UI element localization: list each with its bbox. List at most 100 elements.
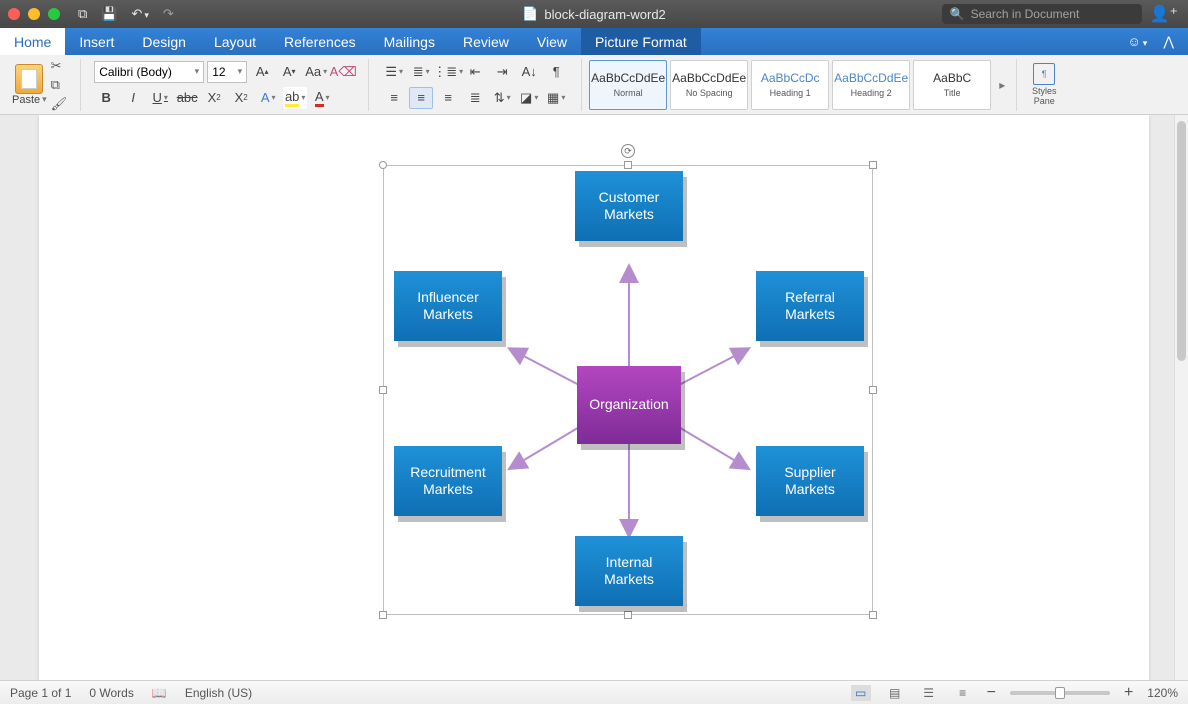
window-controls [8,8,60,20]
highlight-button[interactable]: ab [283,87,307,109]
styles-gallery[interactable]: AaBbCcDdEeNormalAaBbCcDdEeNo SpacingAaBb… [589,60,991,110]
minimize-window-icon[interactable] [28,8,40,20]
tab-references[interactable]: References [270,28,370,55]
document-area[interactable]: ⟳ [0,115,1188,680]
outline-view-icon[interactable]: ☰ [919,685,939,701]
multilevel-list-button[interactable]: ⋮≣ [436,61,460,83]
cut-icon[interactable]: ✂ [51,58,68,74]
borders-button[interactable]: ▦ [544,87,568,109]
paste-button[interactable]: Paste▾ [12,94,47,106]
underline-button[interactable]: U [148,87,172,109]
node-recruitment-markets: Recruitment Markets [394,446,502,516]
share-icon[interactable]: 👤⁺ [1150,4,1178,24]
align-center-button[interactable]: ≡ [409,87,433,109]
status-bar: Page 1 of 1 0 Words 📖 English (US) ▭ ▤ ☰… [0,680,1188,704]
draft-view-icon[interactable]: ≡ [953,685,973,701]
justify-button[interactable]: ≣ [463,87,487,109]
tab-picture-format[interactable]: Picture Format [581,28,701,55]
paste-icon[interactable] [15,64,43,94]
tab-review[interactable]: Review [449,28,523,55]
block-diagram: Customer Markets Influencer Markets Refe… [384,166,872,614]
search-input[interactable]: 🔍 Search in Document [942,4,1142,24]
filename: block-diagram-word2 [544,7,665,22]
search-icon: 🔍 [950,7,965,21]
increase-indent-button[interactable]: ⇥ [490,61,514,83]
styles-more-icon[interactable]: ▸ [995,78,1009,92]
styles-pane-button[interactable]: ¶ Styles Pane [1024,60,1064,110]
line-spacing-button[interactable]: ⇅ [490,87,514,109]
ribbon-tabs: Home Insert Design Layout References Mai… [0,28,1188,55]
superscript-button[interactable]: X2 [229,87,253,109]
shading-button[interactable]: ◪ [517,87,541,109]
numbering-button[interactable]: ≣ [409,61,433,83]
node-supplier-markets: Supplier Markets [756,446,864,516]
collapse-ribbon-icon[interactable]: ⋀ [1163,34,1174,50]
zoom-slider[interactable] [1010,691,1110,695]
vertical-scrollbar[interactable] [1174,115,1188,680]
zoom-level[interactable]: 120% [1147,686,1178,700]
ribbon: Paste▾ ✂ ⧉ 🖌 Calibri (Body)▾ 12▾ A▴ A▾ A… [0,55,1188,115]
align-right-button[interactable]: ≡ [436,87,460,109]
styles-pane-icon: ¶ [1033,63,1055,85]
language-indicator[interactable]: English (US) [185,686,252,700]
autosave-icon[interactable]: ⧉ [78,6,87,22]
style-heading-2[interactable]: AaBbCcDdEeHeading 2 [832,60,910,110]
style-no-spacing[interactable]: AaBbCcDdEeNo Spacing [670,60,748,110]
node-influencer-markets: Influencer Markets [394,271,502,341]
tab-insert[interactable]: Insert [65,28,128,55]
tab-mailings[interactable]: Mailings [370,28,449,55]
decrease-indent-button[interactable]: ⇤ [463,61,487,83]
zoom-slider-thumb[interactable] [1055,687,1065,699]
word-doc-icon: 📄 [522,6,538,22]
bold-button[interactable]: B [94,87,118,109]
spellcheck-icon[interactable]: 📖 [152,686,167,700]
align-left-button[interactable]: ≡ [382,87,406,109]
node-referral-markets: Referral Markets [756,271,864,341]
show-marks-button[interactable]: ¶ [544,61,568,83]
word-count[interactable]: 0 Words [89,686,133,700]
style-title[interactable]: AaBbCTitle [913,60,991,110]
save-icon[interactable]: 💾 [101,6,117,22]
font-color-button[interactable]: A [310,87,334,109]
style-heading-1[interactable]: AaBbCcDcHeading 1 [751,60,829,110]
scrollbar-thumb[interactable] [1177,121,1186,361]
redo-icon[interactable]: ↷ [163,6,174,22]
maximize-window-icon[interactable] [48,8,60,20]
strikethrough-button[interactable]: abc [175,87,199,109]
font-size-combo[interactable]: 12▾ [207,61,247,83]
subscript-button[interactable]: X2 [202,87,226,109]
tab-layout[interactable]: Layout [200,28,270,55]
web-layout-view-icon[interactable]: ▤ [885,685,905,701]
page-indicator[interactable]: Page 1 of 1 [10,686,71,700]
close-window-icon[interactable] [8,8,20,20]
change-case-button[interactable]: Aa [304,61,328,83]
zoom-out-icon[interactable]: − [987,684,996,702]
shrink-font-button[interactable]: A▾ [277,61,301,83]
style-normal[interactable]: AaBbCcDdEeNormal [589,60,667,110]
picture-selection[interactable]: ⟳ [383,165,873,615]
format-painter-icon[interactable]: 🖌 [51,96,68,112]
undo-icon[interactable]: ↶▾ [131,6,148,22]
node-organization: Organization [577,366,681,444]
page[interactable]: ⟳ [39,115,1149,680]
copy-icon[interactable]: ⧉ [51,77,68,93]
node-customer-markets: Customer Markets [575,171,683,241]
feedback-icon[interactable]: ☺▾ [1128,34,1148,49]
tab-home[interactable]: Home [0,28,65,55]
tab-view[interactable]: View [523,28,581,55]
grow-font-button[interactable]: A▴ [250,61,274,83]
sort-button[interactable]: A↓ [517,61,541,83]
italic-button[interactable]: I [121,87,145,109]
tab-design[interactable]: Design [128,28,200,55]
node-internal-markets: Internal Markets [575,536,683,606]
text-effects-button[interactable]: A [256,87,280,109]
search-placeholder: Search in Document [971,7,1080,21]
print-layout-view-icon[interactable]: ▭ [851,685,871,701]
document-title: 📄 block-diagram-word2 [522,6,666,22]
bullets-button[interactable]: ☰ [382,61,406,83]
clear-formatting-button[interactable]: A⌫ [331,61,355,83]
titlebar: ⧉ 💾 ↶▾ ↷ 📄 block-diagram-word2 🔍 Search … [0,0,1188,28]
zoom-in-icon[interactable]: + [1124,684,1133,702]
font-name-combo[interactable]: Calibri (Body)▾ [94,61,204,83]
rotate-handle-icon[interactable]: ⟳ [621,144,635,158]
